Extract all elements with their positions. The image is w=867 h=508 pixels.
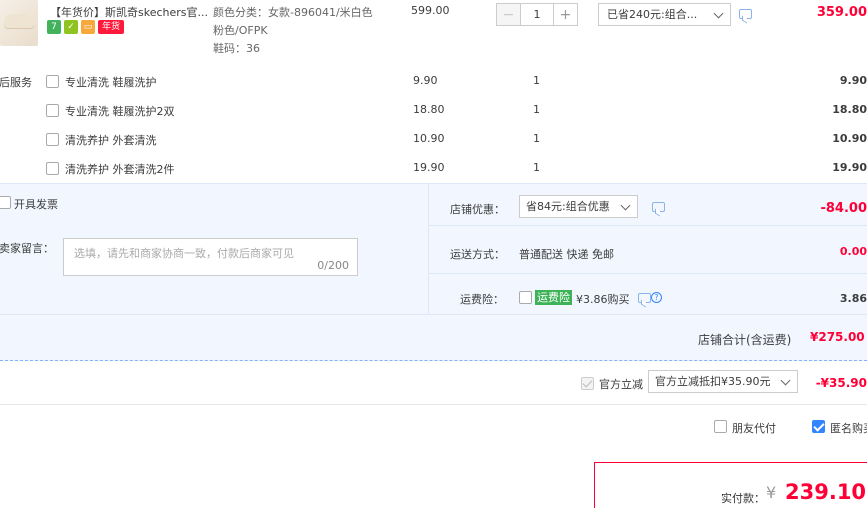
shop-discount-label: 店铺优惠： xyxy=(450,203,505,216)
service-qty: 1 xyxy=(533,103,540,116)
product-badges: 7 ✓ ▭ 年货 xyxy=(47,20,125,34)
shop-discount-value: -84.00 xyxy=(820,201,867,216)
quantity-stepper: − 1 + xyxy=(496,3,578,26)
service-price: 18.80 xyxy=(413,103,445,116)
product-unit-price: 599.00 xyxy=(411,4,450,17)
invoice-label: 开具发票 xyxy=(14,198,58,211)
product-title[interactable]: 【年货价】斯凯奇skechers官... xyxy=(50,4,210,20)
service-qty: 1 xyxy=(533,132,540,145)
service-name: 专业清洗 鞋履洗护2双 xyxy=(65,105,175,118)
official-discount-checkbox[interactable] xyxy=(581,377,594,390)
message-label: 给卖家留言： xyxy=(0,242,54,255)
shop-discount-select-value: 省84元:组合优惠 xyxy=(526,200,610,213)
comment-icon[interactable] xyxy=(638,293,651,303)
insurance-cost: 3.86 xyxy=(839,292,867,305)
after-sales-label: 售后服务 xyxy=(0,76,32,89)
payment-label: 实付款： xyxy=(721,492,765,505)
seven-day-return-badge: 7 xyxy=(47,20,61,34)
service-row: 专业清洗 鞋履洗护 9.90 1 9.90 xyxy=(46,74,867,103)
shop-discount-select[interactable]: 省84元:组合优惠 xyxy=(519,195,638,218)
payment-summary: 实付款： ¥ 239.10 xyxy=(594,462,867,508)
new-year-badge: 年货 xyxy=(98,20,125,34)
card-icon: ▭ xyxy=(81,20,95,34)
row-divider xyxy=(429,225,867,226)
service-name: 清洗养护 外套清洗 xyxy=(65,134,157,147)
service-total: 19.90 xyxy=(832,161,867,174)
row-divider xyxy=(429,273,867,274)
insurance-label: 运费险： xyxy=(460,293,504,306)
invoice-checkbox[interactable] xyxy=(0,196,11,209)
service-name: 清洗养护 外套清洗2件 xyxy=(65,163,175,176)
shipping-method: 普通配送 快递 免邮 xyxy=(519,248,614,261)
currency-symbol: ¥ xyxy=(766,483,777,502)
panel-divider xyxy=(428,183,429,314)
official-discount-select[interactable]: 官方立减抵扣¥35.90元 xyxy=(648,370,798,393)
official-discount-select-value: 官方立减抵扣¥35.90元 xyxy=(655,375,771,388)
product-promo-select[interactable]: 已省240元:组合... xyxy=(598,3,731,26)
guarantee-icon: ✓ xyxy=(64,20,78,34)
promo-select-value: 已省240元:组合... xyxy=(607,8,698,21)
shop-total-value: ¥275.00 xyxy=(810,330,865,344)
comment-icon[interactable] xyxy=(652,202,665,212)
help-icon[interactable]: ? xyxy=(651,292,662,303)
payment-amount: 239.10 xyxy=(785,480,867,504)
insurance-badge: 运费险 xyxy=(535,290,572,305)
decrease-quantity-button[interactable]: − xyxy=(497,4,520,25)
chevron-down-icon xyxy=(620,200,631,211)
service-total: 10.90 xyxy=(832,132,867,145)
service-checkbox[interactable] xyxy=(46,104,59,117)
friend-pay-checkbox[interactable] xyxy=(714,420,727,433)
shipping-label: 运送方式： xyxy=(450,248,505,261)
chevron-down-icon xyxy=(780,375,791,386)
service-total: 9.90 xyxy=(839,74,867,87)
service-price: 19.90 xyxy=(413,161,445,174)
insurance-checkbox[interactable] xyxy=(519,291,532,304)
insurance-description: ¥3.86购买 xyxy=(576,293,630,306)
service-price: 10.90 xyxy=(413,132,445,145)
official-discount-value: -¥35.90 xyxy=(815,376,867,390)
anonymous-checkbox[interactable] xyxy=(812,420,825,433)
quantity-input[interactable]: 1 xyxy=(520,4,554,25)
service-qty: 1 xyxy=(533,74,540,87)
service-qty: 1 xyxy=(533,161,540,174)
service-checkbox[interactable] xyxy=(46,162,59,175)
row-divider xyxy=(0,314,867,315)
service-price: 9.90 xyxy=(413,74,438,87)
sku-line: 颜色分类：女款-896041/米白色 xyxy=(213,6,373,19)
comment-icon[interactable] xyxy=(739,9,752,19)
official-discount-label: 官方立减 xyxy=(599,378,643,391)
message-input[interactable]: 选填，请先和商家协商一致，付款后商家可见 0/200 xyxy=(63,238,358,276)
shipping-cost: 0.00 xyxy=(839,245,867,258)
service-name: 专业清洗 鞋履洗护 xyxy=(65,76,157,89)
row-divider xyxy=(0,404,867,405)
chevron-down-icon xyxy=(713,8,724,19)
product-sku: 颜色分类：女款-896041/米白色 粉色/OFPK 鞋码：36 xyxy=(213,4,383,58)
shop-total-label: 店铺合计(含运费) xyxy=(698,333,792,347)
product-subtotal: 359.00 xyxy=(816,5,867,20)
increase-quantity-button[interactable]: + xyxy=(554,4,577,25)
service-checkbox[interactable] xyxy=(46,75,59,88)
product-thumbnail[interactable] xyxy=(0,0,38,46)
service-checkbox[interactable] xyxy=(46,133,59,146)
sku-line: 鞋码：36 xyxy=(213,42,260,55)
service-total: 18.80 xyxy=(832,103,867,116)
service-row: 清洗养护 外套清洗 10.90 1 10.90 xyxy=(46,132,867,161)
sku-line: 粉色/OFPK xyxy=(213,24,268,37)
friend-pay-label: 朋友代付 xyxy=(732,422,776,435)
message-char-count: 0/200 xyxy=(317,259,349,272)
service-row: 专业清洗 鞋履洗护2双 18.80 1 18.80 xyxy=(46,103,867,132)
anonymous-label: 匿名购买 xyxy=(830,422,867,435)
message-placeholder: 选填，请先和商家协商一致，付款后商家可见 xyxy=(74,247,294,260)
